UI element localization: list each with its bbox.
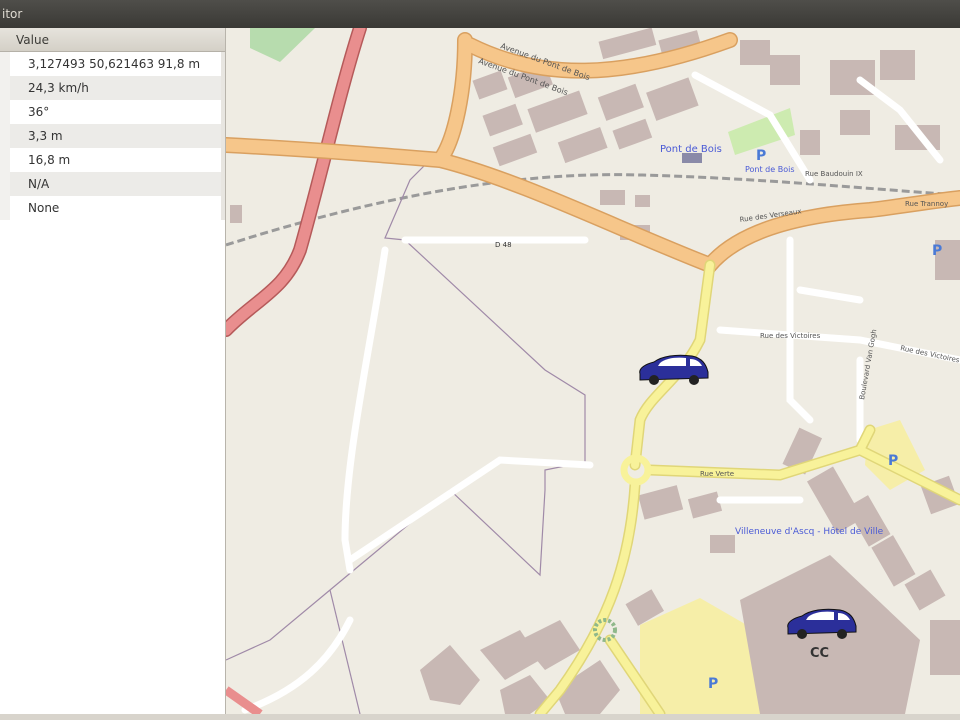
label-pont-de-bois: Pont de Bois <box>660 144 722 155</box>
label-rue-baudouin: Rue Baudouin IX <box>805 170 863 178</box>
row-heading[interactable]: 36° <box>0 100 225 124</box>
window-title-bar: itor <box>0 0 960 28</box>
row-mode[interactable]: None <box>0 196 225 220</box>
row-vertical-accuracy[interactable]: 16,8 m <box>0 148 225 172</box>
row-position[interactable]: 3,127493 50,621463 91,8 m <box>0 52 225 76</box>
label-pont-de-bois-station: Pont de Bois <box>745 165 795 174</box>
label-rue-des-victoires-1: Rue des Victoires <box>760 332 821 340</box>
row-speed[interactable]: 24,3 km/h <box>0 76 225 100</box>
label-cc: CC <box>810 646 829 661</box>
row-horizontal-accuracy[interactable]: 3,3 m <box>0 124 225 148</box>
parking-symbol-4: P <box>708 676 718 692</box>
row-climb[interactable]: N/A <box>0 172 225 196</box>
parking-symbol-2: P <box>932 243 942 259</box>
status-bar <box>0 714 960 720</box>
map-view[interactable]: Avenue du Pont de Bois Avenue du Pont de… <box>226 28 960 714</box>
properties-panel: Value 3,127493 50,621463 91,8 m 24,3 km/… <box>0 28 226 714</box>
boundary-line <box>226 149 586 661</box>
park-area <box>250 28 315 62</box>
label-rue-verte: Rue Verte <box>700 470 734 478</box>
parking-symbol-3: P <box>888 453 898 469</box>
label-rue-trannoy: Rue Trannoy <box>905 200 948 208</box>
label-hotel-de-ville: Villeneuve d'Ascq - Hôtel de Ville <box>735 526 884 537</box>
label-rue-des-victoires-2: Rue des Victoires <box>900 344 960 364</box>
window-title: itor <box>2 7 23 21</box>
column-header-value[interactable]: Value <box>0 28 225 52</box>
parking-symbol-1: P <box>756 148 766 164</box>
label-d48: D 48 <box>495 241 512 249</box>
